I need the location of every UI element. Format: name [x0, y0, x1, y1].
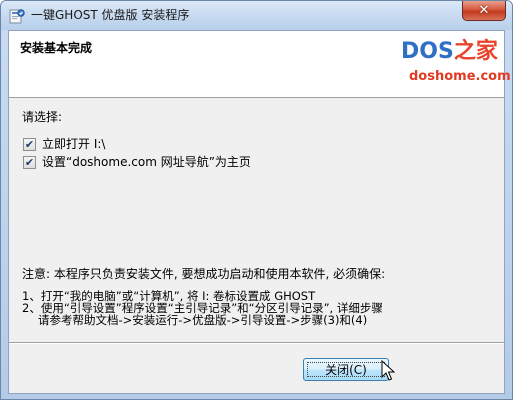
- page-title: 安装基本完成: [20, 41, 93, 55]
- footer-divider: [9, 342, 504, 344]
- installer-app-icon: [9, 9, 25, 24]
- title-bar[interactable]: 一键GHOST 优盘版 安装程序 ✕: [1, 1, 512, 30]
- logo-url: doshome.com: [409, 69, 511, 84]
- option-open-drive[interactable]: ✔ 立即打开 I:\: [23, 136, 105, 152]
- choose-prompt: 请选择:: [22, 110, 63, 124]
- installer-window: 一键GHOST 优盘版 安装程序 ✕ 安装基本完成 DOS之家 doshome.…: [0, 0, 513, 400]
- doshome-logo: DOS之家: [401, 39, 498, 65]
- checkmark-icon: ✔: [24, 137, 35, 151]
- close-button[interactable]: 关闭(C): [303, 358, 389, 381]
- logo-dos-text: DOS: [401, 39, 454, 64]
- open-drive-checkbox[interactable]: ✔: [23, 137, 36, 151]
- mouse-pointer-icon: [381, 360, 395, 381]
- window-close-button[interactable]: ✕: [462, 1, 506, 21]
- notice-text: 注意: 本程序只负责安装文件, 要想成功启动和使用本软件, 必须确保:: [22, 267, 386, 281]
- set-homepage-label: 设置“doshome.com 网址导航”为主页: [42, 155, 251, 169]
- dialog-client-area: 安装基本完成 DOS之家 doshome.com 请选择: ✔ 立即打开 I:\…: [8, 30, 511, 394]
- instruction-steps: 1、打开“我的电脑”或“计算机”, 将 I: 卷标设置成 GHOST 2、使用“…: [22, 290, 383, 326]
- step-2-continued: 请参考帮助文档->安装运行->优盘版->引导设置->步骤(3)和(4): [38, 313, 368, 327]
- option-set-homepage[interactable]: ✔ 设置“doshome.com 网址导航”为主页: [23, 154, 251, 170]
- focus-rect: [307, 362, 385, 377]
- open-drive-label: 立即打开 I:\: [42, 137, 106, 151]
- checkmark-icon: ✔: [24, 155, 35, 169]
- set-homepage-checkbox[interactable]: ✔: [23, 155, 36, 169]
- wizard-header: 安装基本完成 DOS之家 doshome.com: [9, 31, 511, 98]
- logo-home-text: 之家: [453, 39, 498, 64]
- window-title: 一键GHOST 优盘版 安装程序: [31, 8, 190, 22]
- close-icon: ✕: [478, 3, 490, 18]
